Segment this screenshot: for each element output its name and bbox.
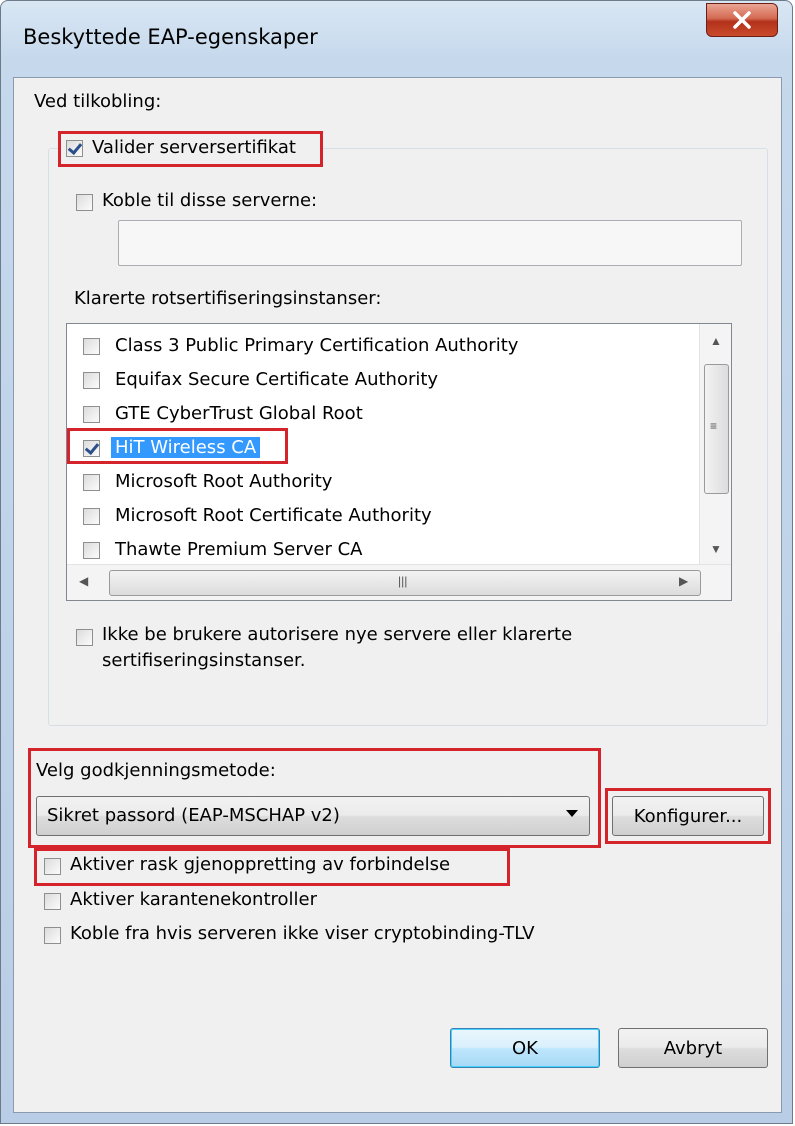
- chevron-down-icon: [566, 810, 578, 817]
- fast-reconnect-checkbox[interactable]: [44, 858, 61, 875]
- no-prompt-checkbox[interactable]: [76, 629, 93, 646]
- dialog-content: Ved tilkobling: Valider serversertifikat…: [13, 77, 782, 1113]
- eap-properties-window: Beskyttede EAP-egenskaper Ved tilkobling…: [0, 0, 793, 1124]
- list-item[interactable]: Class 3 Public Primary Certification Aut…: [67, 330, 697, 364]
- scroll-right-icon[interactable]: ▶: [679, 574, 688, 588]
- quarantine-checkbox[interactable]: [44, 893, 61, 910]
- list-item[interactable]: Microsoft Root Certificate Authority: [67, 500, 697, 534]
- list-item-label: Microsoft Root Certificate Authority: [115, 505, 432, 526]
- scroll-up-icon[interactable]: ▲: [710, 334, 722, 348]
- configure-button[interactable]: Konfigurer...: [612, 796, 764, 836]
- grip-icon: ≡: [710, 419, 718, 433]
- list-item-label: HiT Wireless CA: [111, 437, 261, 458]
- connection-heading: Ved tilkobling:: [34, 91, 162, 112]
- quarantine-label: Aktiver karantenekontroller: [70, 889, 317, 910]
- list-item-checkbox[interactable]: [83, 372, 100, 389]
- auth-method-label: Velg godkjenningsmetode:: [36, 760, 276, 781]
- list-item-selected[interactable]: HiT Wireless CA: [67, 432, 697, 466]
- list-item-checkbox[interactable]: [83, 440, 100, 457]
- horizontal-scroll-thumb[interactable]: |||: [109, 570, 701, 596]
- list-item-label: Microsoft Root Authority: [115, 471, 333, 492]
- cancel-button-label: Avbryt: [663, 1037, 723, 1059]
- no-prompt-label-line2: sertifiseringsinstanser.: [102, 650, 306, 671]
- title-bar[interactable]: Beskyttede EAP-egenskaper: [1, 1, 792, 76]
- list-item-checkbox[interactable]: [83, 542, 100, 559]
- horizontal-scrollbar[interactable]: ◀ ||| ▶: [67, 564, 731, 600]
- list-item-checkbox[interactable]: [83, 474, 100, 491]
- cryptobinding-label: Koble fra hvis serveren ikke viser crypt…: [70, 923, 535, 944]
- scroll-left-icon[interactable]: ◀: [79, 574, 88, 588]
- list-item-checkbox[interactable]: [83, 406, 100, 423]
- list-item-label: Class 3 Public Primary Certification Aut…: [115, 335, 519, 356]
- configure-button-label: Konfigurer...: [633, 805, 743, 827]
- trusted-roots-label: Klarerte rotsertifiseringsinstanser:: [74, 288, 382, 309]
- scroll-down-icon[interactable]: ▼: [710, 542, 722, 556]
- list-item-label: Thawte Premium Server CA: [115, 539, 363, 560]
- list-item[interactable]: Microsoft Root Authority: [67, 466, 697, 500]
- ok-button-label: OK: [512, 1037, 538, 1059]
- ok-button[interactable]: OK: [450, 1028, 600, 1068]
- list-item-checkbox[interactable]: [83, 508, 100, 525]
- validate-cert-label: Valider serversertifikat: [92, 137, 296, 158]
- vertical-scrollbar[interactable]: ▲ ≡ ▼: [699, 324, 731, 565]
- close-button[interactable]: [706, 3, 778, 37]
- list-item[interactable]: GTE CyberTrust Global Root: [67, 398, 697, 432]
- connect-servers-checkbox[interactable]: [76, 194, 93, 211]
- auth-method-select[interactable]: Sikret passord (EAP-MSCHAP v2): [36, 796, 590, 836]
- vertical-scroll-thumb[interactable]: ≡: [704, 364, 729, 494]
- cancel-button[interactable]: Avbryt: [618, 1028, 768, 1068]
- fast-reconnect-label: Aktiver rask gjenoppretting av forbindel…: [70, 854, 451, 875]
- auth-method-value: Sikret passord (EAP-MSCHAP v2): [47, 805, 340, 826]
- no-prompt-label-line1: Ikke be brukere autorisere nye servere e…: [102, 624, 573, 645]
- trusted-roots-list[interactable]: Class 3 Public Primary Certification Aut…: [66, 323, 732, 601]
- validate-cert-checkbox[interactable]: [66, 140, 83, 157]
- list-item[interactable]: Thawte Premium Server CA: [67, 534, 697, 568]
- servers-input[interactable]: [118, 220, 742, 266]
- validate-cert-row: Valider serversertifikat: [58, 134, 320, 164]
- cryptobinding-checkbox[interactable]: [44, 927, 61, 944]
- list-item-checkbox[interactable]: [83, 338, 100, 355]
- list-item-label: Equifax Secure Certificate Authority: [115, 369, 439, 390]
- list-item-label: GTE CyberTrust Global Root: [115, 403, 363, 424]
- connect-servers-label: Koble til disse serverne:: [102, 190, 318, 211]
- list-item[interactable]: Equifax Secure Certificate Authority: [67, 364, 697, 398]
- grip-icon: |||: [398, 574, 408, 588]
- close-icon: [733, 11, 751, 29]
- window-title: Beskyttede EAP-egenskaper: [23, 25, 318, 49]
